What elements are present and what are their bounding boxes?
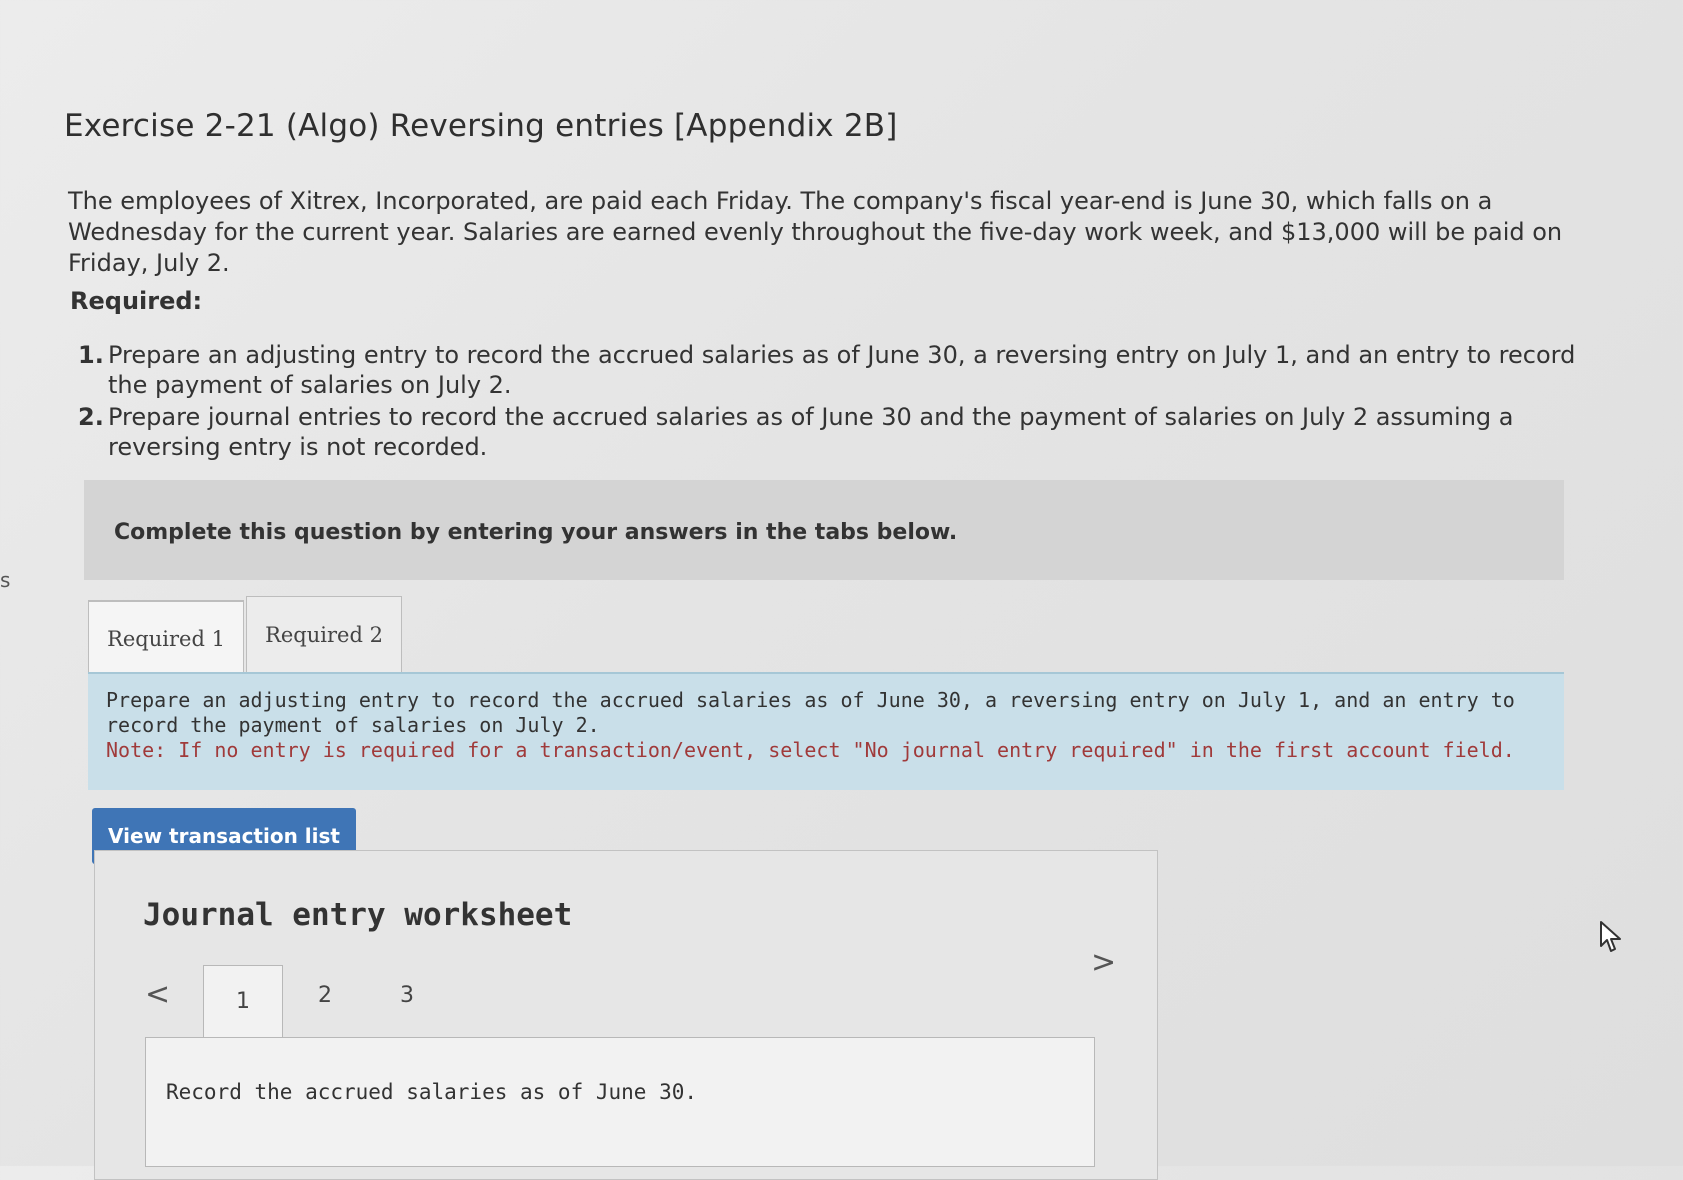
question-prompt-panel: Prepare an adjusting entry to record the… <box>88 672 1564 790</box>
record-instruction: Record the accrued salaries as of June 3… <box>166 1080 698 1104</box>
requirement-item: 2. Prepare journal entries to record the… <box>78 402 1578 462</box>
left-edge-letter: s <box>0 568 11 592</box>
prompt-note: Note: If no entry is required for a tran… <box>106 738 1515 762</box>
requirement-number: 1. <box>78 341 104 369</box>
worksheet-page-tab-1[interactable]: 1 <box>203 965 283 1037</box>
worksheet-title: Journal entry worksheet <box>143 897 573 933</box>
requirement-text: Prepare journal entries to record the ac… <box>108 403 1514 461</box>
page: s Exercise 2-21 (Algo) Reversing entries… <box>0 0 1683 1180</box>
prompt-text: Prepare an adjusting entry to record the… <box>106 688 1515 737</box>
required-heading: Required: <box>70 287 203 315</box>
tab-required-1[interactable]: Required 1 <box>88 600 244 676</box>
journal-entry-worksheet: Journal entry worksheet < > 1 2 3 Record… <box>94 850 1158 1180</box>
mouse-pointer-icon <box>1600 921 1621 952</box>
worksheet-page-tab-3[interactable]: 3 <box>367 965 447 1025</box>
requirement-number: 2. <box>78 403 104 431</box>
instruction-banner: Complete this question by entering your … <box>84 480 1564 580</box>
problem-intro: The employees of Xitrex, Incorporated, a… <box>68 187 1563 277</box>
worksheet-page-tab-2[interactable]: 2 <box>285 965 365 1025</box>
requirement-text: Prepare an adjusting entry to record the… <box>108 341 1576 399</box>
record-panel: Record the accrued salaries as of June 3… <box>145 1037 1095 1167</box>
exercise-title: Exercise 2-21 (Algo) Reversing entries [… <box>64 108 898 144</box>
requirements-list: 1. Prepare an adjusting entry to record … <box>78 340 1578 464</box>
requirement-item: 1. Prepare an adjusting entry to record … <box>78 340 1578 400</box>
chevron-left-icon[interactable]: < <box>145 977 170 1012</box>
chevron-right-icon[interactable]: > <box>1091 945 1116 980</box>
tab-required-2[interactable]: Required 2 <box>246 596 402 672</box>
instruction-text: Complete this question by entering your … <box>114 520 958 545</box>
